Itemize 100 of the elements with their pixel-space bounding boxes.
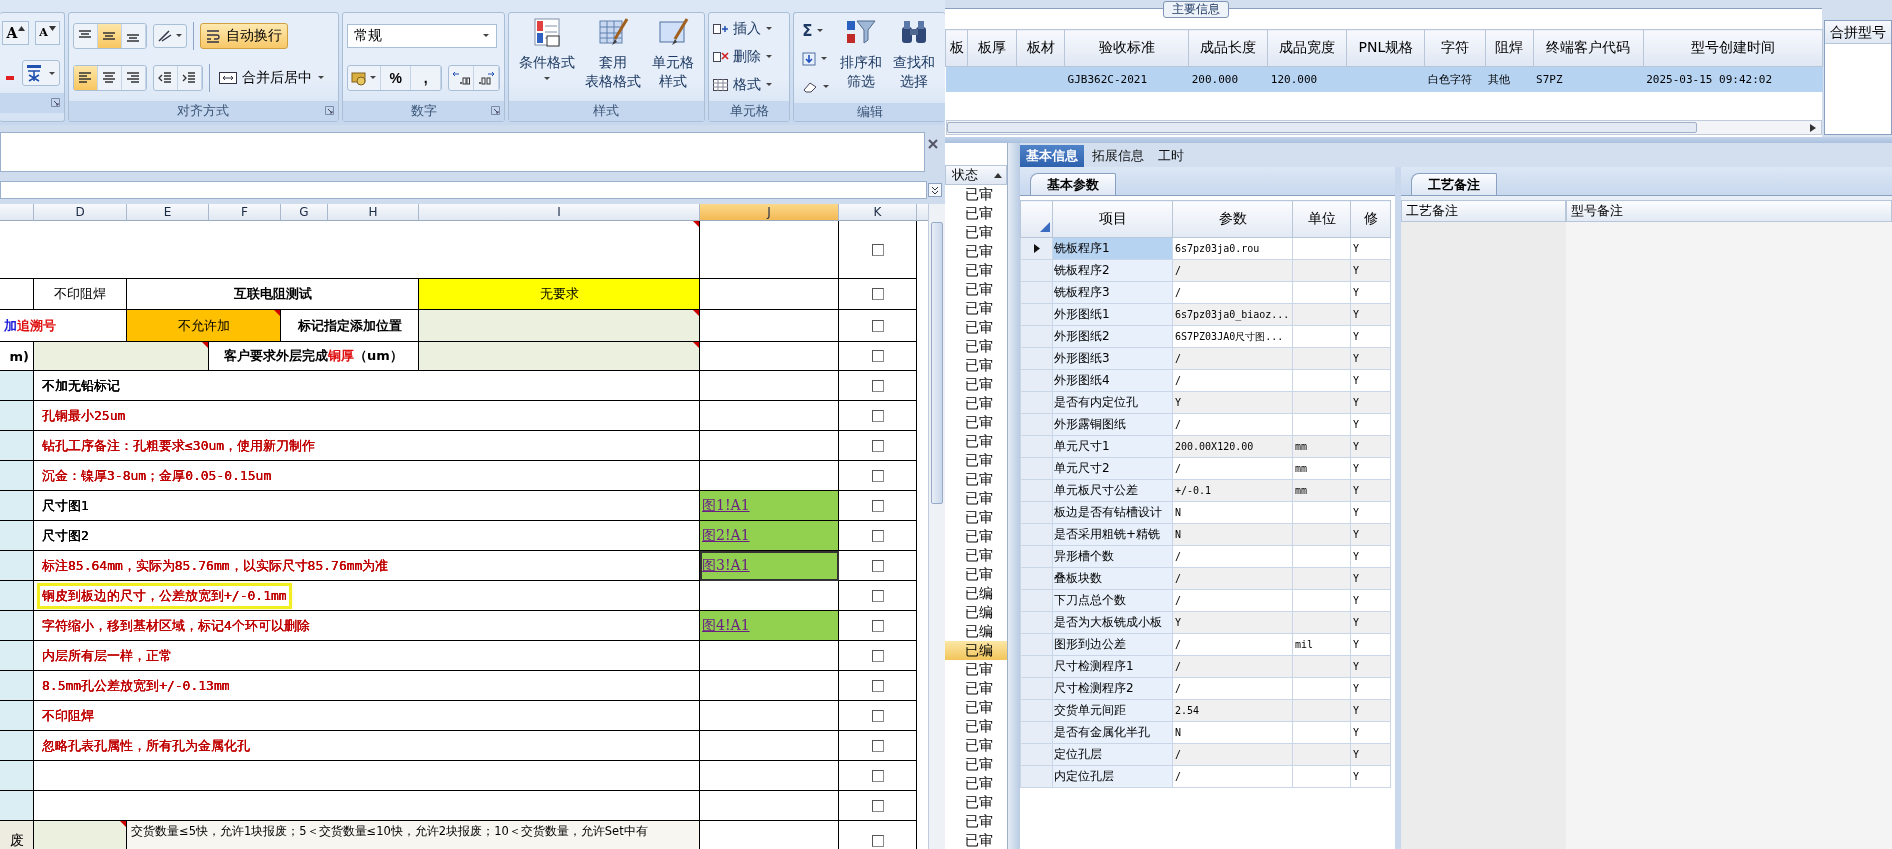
comma-style-button[interactable]: , bbox=[411, 65, 442, 90]
status-item[interactable]: 已编 bbox=[945, 603, 1007, 622]
status-item[interactable]: 已审 bbox=[945, 508, 1007, 527]
status-item[interactable]: 已审 bbox=[945, 755, 1007, 774]
status-item[interactable]: 已审 bbox=[945, 717, 1007, 736]
checkbox[interactable] bbox=[871, 769, 884, 782]
insert-button[interactable]: 插入 bbox=[712, 18, 773, 40]
select-all-icon[interactable] bbox=[1040, 222, 1050, 232]
column-header[interactable]: 合拼型号 bbox=[1825, 21, 1891, 44]
merge-center-button[interactable]: 合并后居中 bbox=[215, 65, 328, 91]
wrap-text-button[interactable]: 自动换行 bbox=[199, 23, 288, 49]
vertical-scrollbar[interactable] bbox=[928, 204, 945, 849]
status-item[interactable]: 已审 bbox=[945, 432, 1007, 451]
vertical-align-button[interactable] bbox=[97, 24, 122, 48]
status-item[interactable]: 已审 bbox=[945, 299, 1007, 318]
column-header[interactable]: 验收标准 bbox=[1064, 29, 1189, 67]
sort-filter-button[interactable]: 排序和 筛选 bbox=[837, 17, 884, 91]
status-item[interactable]: 已审 bbox=[945, 546, 1007, 565]
column-header[interactable]: 板 bbox=[945, 29, 968, 67]
column-header[interactable]: J bbox=[700, 204, 839, 221]
status-item[interactable]: 已审 bbox=[945, 242, 1007, 261]
column-header[interactable]: 型号备注 bbox=[1566, 200, 1892, 222]
status-item[interactable]: 已审 bbox=[945, 413, 1007, 432]
checkbox[interactable] bbox=[871, 679, 884, 692]
column-header[interactable]: 型号创建时间 bbox=[1643, 29, 1823, 67]
column-header[interactable]: 成品宽度 bbox=[1267, 29, 1347, 67]
autosum-button[interactable]: Σ bbox=[802, 20, 825, 42]
orientation-button[interactable] bbox=[152, 24, 187, 48]
status-item[interactable]: 已审 bbox=[945, 375, 1007, 394]
column-header[interactable]: 单位 bbox=[1292, 200, 1351, 238]
checkbox[interactable] bbox=[871, 709, 884, 722]
checkbox[interactable] bbox=[871, 379, 884, 392]
checkbox[interactable] bbox=[871, 739, 884, 752]
status-item[interactable]: 已审 bbox=[945, 204, 1007, 223]
column-header[interactable]: 工艺备注 bbox=[1401, 200, 1566, 222]
conditional-format-button[interactable]: 条件格式 bbox=[516, 17, 577, 82]
status-item[interactable]: 已审 bbox=[945, 660, 1007, 679]
status-item[interactable]: 已审 bbox=[945, 812, 1007, 831]
status-item[interactable]: 已审 bbox=[945, 774, 1007, 793]
find-select-button[interactable]: 查找和 选择 bbox=[891, 17, 938, 91]
column-header[interactable]: K bbox=[839, 204, 917, 221]
tab[interactable]: 基本参数 bbox=[1030, 173, 1116, 195]
status-item[interactable]: 已审 bbox=[945, 679, 1007, 698]
column-header[interactable]: 修 bbox=[1350, 200, 1391, 238]
status-item[interactable]: 已审 bbox=[945, 698, 1007, 717]
row-header[interactable] bbox=[1020, 237, 1053, 260]
status-item[interactable]: 已审 bbox=[945, 451, 1007, 470]
dialog-launcher-icon[interactable] bbox=[50, 98, 60, 107]
checkbox[interactable] bbox=[871, 350, 884, 362]
hyperlink-cell[interactable]: 图4!A1 bbox=[700, 611, 839, 641]
column-header[interactable]: 终端客户代码 bbox=[1533, 29, 1644, 67]
grow-font-button[interactable]: A bbox=[2, 21, 30, 45]
expand-icon[interactable] bbox=[928, 183, 942, 197]
scrollbar-thumb[interactable] bbox=[947, 122, 1697, 133]
checkbox[interactable] bbox=[871, 439, 884, 452]
cell-styles-button[interactable]: 单元格 样式 bbox=[650, 17, 697, 91]
horizontal-align-button[interactable] bbox=[73, 66, 98, 90]
tab[interactable]: 工艺备注 bbox=[1411, 173, 1497, 195]
delete-button[interactable]: 删除 bbox=[712, 46, 773, 68]
status-item[interactable]: 已审 bbox=[945, 261, 1007, 280]
dialog-launcher-icon[interactable] bbox=[325, 106, 335, 115]
status-item[interactable]: 已审 bbox=[945, 527, 1007, 546]
checkbox[interactable] bbox=[871, 589, 884, 602]
close-icon[interactable] bbox=[927, 138, 939, 150]
column-header[interactable]: E bbox=[127, 204, 209, 221]
checkbox[interactable] bbox=[871, 834, 884, 847]
column-header[interactable]: G bbox=[281, 204, 328, 221]
column-header[interactable]: 板材 bbox=[1016, 29, 1065, 67]
checkbox[interactable] bbox=[871, 559, 884, 572]
checkbox[interactable] bbox=[871, 409, 884, 422]
column-header[interactable]: 成品长度 bbox=[1188, 29, 1268, 67]
status-item[interactable]: 已审 bbox=[945, 793, 1007, 812]
checkbox[interactable] bbox=[871, 649, 884, 662]
status-item[interactable]: 已审 bbox=[945, 280, 1007, 299]
checkbox[interactable] bbox=[871, 619, 884, 632]
checkbox[interactable] bbox=[871, 799, 884, 812]
column-header[interactable]: 参数 bbox=[1172, 200, 1293, 238]
formula-field[interactable] bbox=[0, 132, 925, 172]
column-header[interactable]: D bbox=[34, 204, 127, 221]
status-item[interactable]: 已审 bbox=[945, 489, 1007, 508]
checkbox[interactable] bbox=[871, 469, 884, 482]
hyperlink-cell[interactable]: 图2!A1 bbox=[700, 521, 839, 551]
status-item[interactable]: 已审 bbox=[945, 831, 1007, 849]
number-format-dropdown[interactable]: 常规 bbox=[347, 23, 498, 48]
tab[interactable]: 拓展信息 bbox=[1086, 145, 1150, 167]
status-item[interactable]: 已审 bbox=[945, 470, 1007, 489]
tab[interactable]: 基本信息 bbox=[1020, 145, 1084, 167]
scroll-right-icon[interactable] bbox=[1809, 122, 1817, 133]
status-item[interactable]: 已审 bbox=[945, 337, 1007, 356]
phonetic-guide-icon[interactable] bbox=[21, 60, 60, 86]
shrink-font-button[interactable]: A bbox=[35, 21, 60, 45]
status-item[interactable]: 已审 bbox=[945, 394, 1007, 413]
format-button[interactable]: 格式 bbox=[712, 74, 773, 96]
table-format-button[interactable]: 套用 表格格式 bbox=[583, 17, 644, 91]
checkbox[interactable] bbox=[871, 499, 884, 512]
column-header[interactable]: PNL规格 bbox=[1346, 29, 1425, 67]
scrollbar-thumb[interactable] bbox=[931, 222, 943, 504]
column-header[interactable]: F bbox=[209, 204, 281, 221]
checkbox[interactable] bbox=[871, 529, 884, 542]
checkbox[interactable] bbox=[871, 319, 884, 332]
